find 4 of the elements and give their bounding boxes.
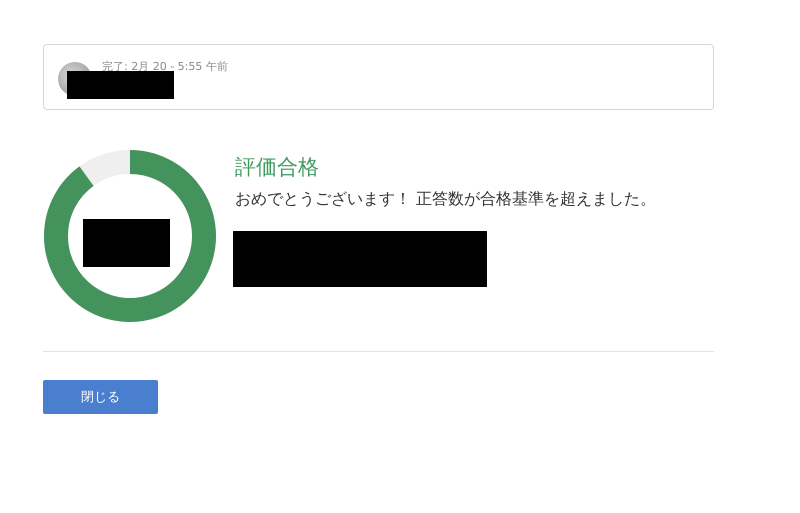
result-message: おめでとうございます！ 正答数が合格基準を超えました。 [235,189,658,210]
close-button[interactable]: 閉じる [43,380,158,414]
result-title: 評価合格 [235,154,320,181]
completion-status: 完了: 2月 20 - 5:55 午前 [102,59,228,74]
